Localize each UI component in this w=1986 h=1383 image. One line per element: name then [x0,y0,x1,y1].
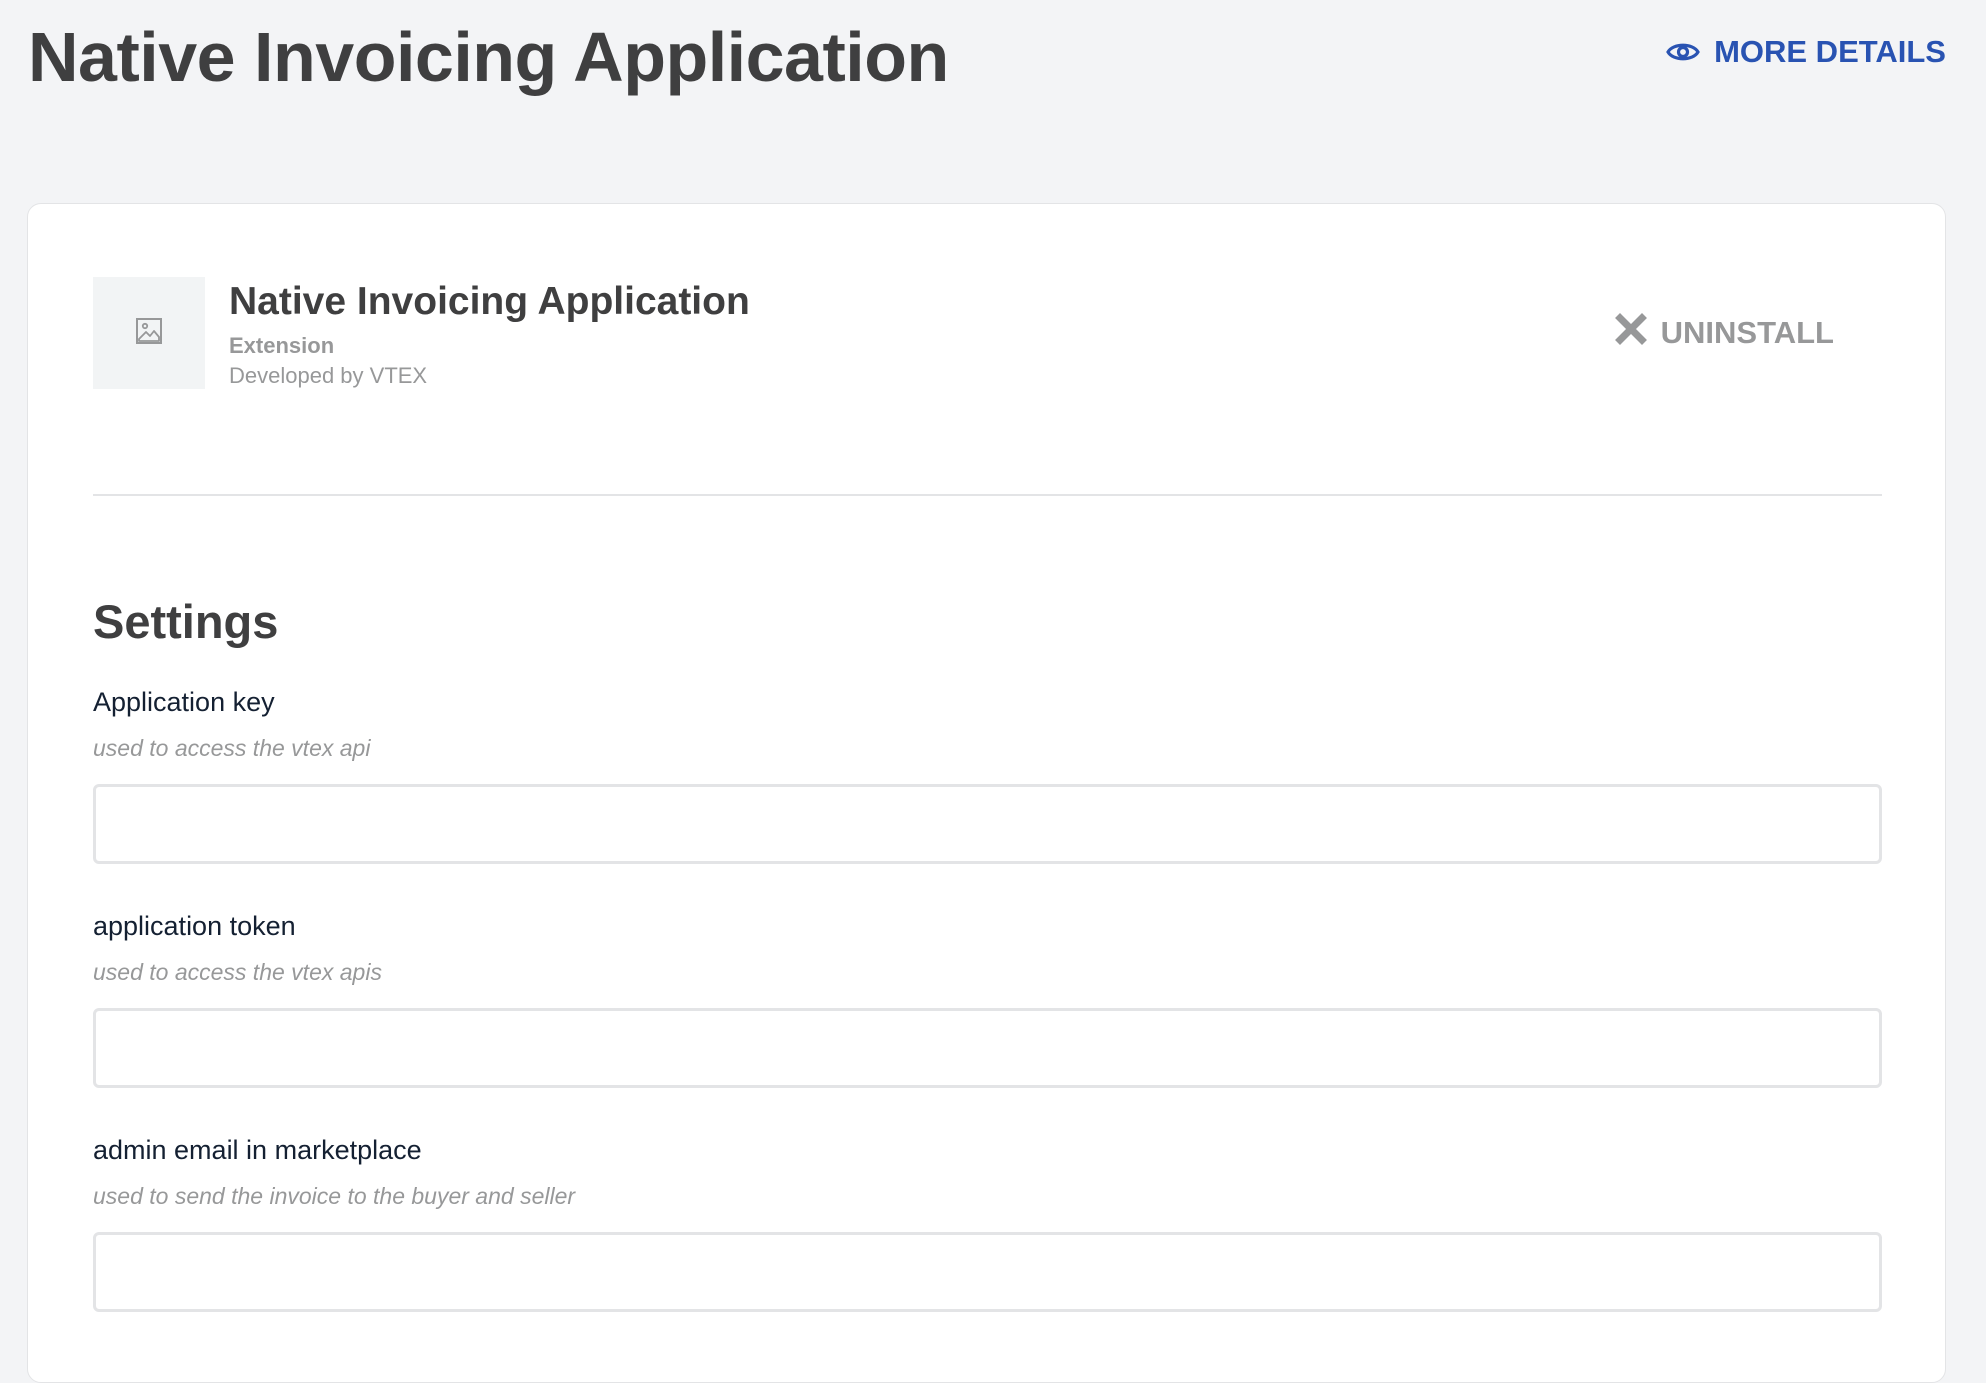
app-name: Native Invoicing Application [229,280,750,323]
admin-email-input[interactable] [93,1232,1882,1312]
application-key-field: Application key used to access the vtex … [93,684,1882,864]
application-token-input[interactable] [93,1008,1882,1088]
field-help: used to send the invoice to the buyer an… [93,1183,576,1209]
app-info: Native Invoicing Application Extension D… [229,277,750,391]
app-header: Native Invoicing Application Extension D… [93,277,1882,389]
more-details-link[interactable]: MORE DETAILS [1666,34,1946,70]
application-key-input[interactable] [93,784,1882,864]
app-type: Extension [229,333,335,358]
field-label: Application key [93,687,275,717]
app-settings-card: Native Invoicing Application Extension D… [27,203,1946,1383]
eye-icon [1666,40,1700,64]
page-title: Native Invoicing Application [28,18,949,96]
field-help: used to access the vtex api [93,735,371,761]
uninstall-button[interactable]: UNINSTALL [1614,313,1834,353]
field-label: application token [93,911,296,941]
admin-email-field: admin email in marketplace used to send … [93,1132,1882,1312]
application-token-field: application token used to access the vte… [93,908,1882,1088]
settings-title: Settings [93,595,279,648]
image-placeholder-icon [135,317,163,350]
divider [93,494,1882,496]
uninstall-label: UNINSTALL [1660,315,1834,350]
close-icon [1614,313,1647,353]
app-developer: Developed by VTEX [229,363,428,388]
page-header: Native Invoicing Application MORE DETAIL… [28,12,1946,102]
field-label: admin email in marketplace [93,1135,422,1165]
field-help: used to access the vtex apis [93,959,382,985]
more-details-label: MORE DETAILS [1714,34,1946,69]
app-thumbnail [93,277,205,389]
